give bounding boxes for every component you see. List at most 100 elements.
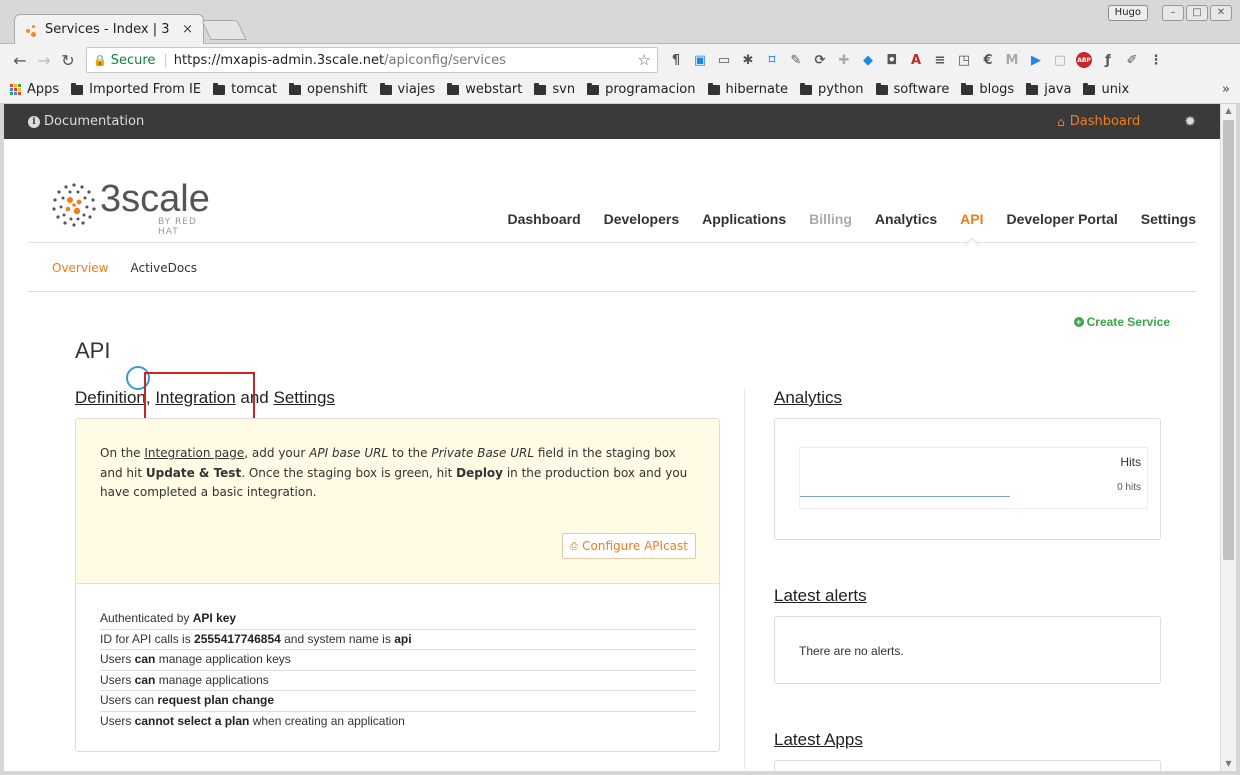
extension-icon[interactable]: ▣ xyxy=(692,52,708,68)
extension-icon[interactable]: ¶ xyxy=(668,52,684,68)
browser-tab[interactable]: Services - Index | 3 × xyxy=(14,14,204,44)
hits-sparkline: Hits 0 hits xyxy=(799,447,1148,509)
integration-page-link[interactable]: Integration page xyxy=(144,446,244,460)
nav-billing[interactable]: Billing xyxy=(809,211,852,227)
main-nav: Dashboard Developers Applications Billin… xyxy=(508,211,1197,227)
bookmark-folder[interactable]: java xyxy=(1026,82,1071,97)
no-alerts-text: There are no alerts. xyxy=(799,644,904,658)
integration-notice: On the Integration page, add your API ba… xyxy=(76,419,719,584)
nav-dashboard[interactable]: Dashboard xyxy=(508,211,581,227)
folder-icon xyxy=(587,82,600,95)
nav-settings[interactable]: Settings xyxy=(1141,211,1196,227)
function-extension-icon[interactable]: ƒ xyxy=(1100,52,1116,68)
latest-alerts-link[interactable]: Latest alerts xyxy=(774,586,867,605)
dashboard-link-label: Dashboard xyxy=(1069,114,1141,129)
scroll-up-icon[interactable]: ▲ xyxy=(1221,104,1236,118)
extension-icon[interactable]: M xyxy=(1004,52,1020,68)
url-path: /apiconfig/services xyxy=(384,52,506,68)
page-scrollbar[interactable]: ▲ ▼ xyxy=(1220,104,1236,771)
minimize-icon[interactable]: – xyxy=(1162,5,1184,21)
new-tab-button[interactable] xyxy=(201,20,247,40)
bookmark-folder[interactable]: hibernate xyxy=(707,82,788,97)
bookmark-folder[interactable]: webstart xyxy=(447,82,522,97)
bug-extension-icon[interactable]: ✱ xyxy=(740,52,756,68)
screenshot-extension-icon[interactable]: ⌑ xyxy=(764,52,780,68)
reload-icon[interactable]: ↻ xyxy=(56,48,80,72)
nav-api[interactable]: API xyxy=(960,211,983,227)
admin-top-bar: i Documentation ⌂ Dashboard ✹ xyxy=(4,104,1220,139)
bookmark-folder[interactable]: blogs xyxy=(961,82,1014,97)
latest-apps-heading: Latest Apps xyxy=(774,730,863,750)
extension-icon[interactable]: ▢ xyxy=(1052,52,1068,68)
folder-icon xyxy=(1026,82,1039,95)
bookmark-label: unix xyxy=(1101,82,1130,97)
nav-applications[interactable]: Applications xyxy=(702,211,786,227)
shield-extension-icon[interactable]: ◘ xyxy=(884,52,900,68)
extension-icon[interactable]: ▭ xyxy=(716,52,732,68)
puzzle-extension-icon[interactable]: ✚ xyxy=(836,52,852,68)
address-bar[interactable]: 🔒 Secure | https://mxapis-admin.3scale.n… xyxy=(86,47,658,73)
documentation-link[interactable]: Documentation xyxy=(44,114,144,129)
bookmark-folder[interactable]: programacion xyxy=(587,82,696,97)
subnav-activedocs[interactable]: ActiveDocs xyxy=(131,261,198,275)
3scale-logo[interactable]: 3scale BY RED HAT xyxy=(50,179,220,237)
fact-api-id: ID for API calls is 2555417746854 and sy… xyxy=(100,630,696,650)
nav-analytics[interactable]: Analytics xyxy=(875,211,937,227)
eyedropper-extension-icon[interactable]: ✐ xyxy=(1124,52,1140,68)
bookmark-label: viajes xyxy=(397,82,436,97)
scroll-down-icon[interactable]: ▼ xyxy=(1221,757,1236,771)
folder-icon xyxy=(213,82,226,95)
settings-link[interactable]: Settings xyxy=(273,388,334,407)
lock-icon: 🔒 xyxy=(93,53,107,67)
bookmark-label: blogs xyxy=(979,82,1015,97)
back-icon[interactable]: ← xyxy=(8,48,32,72)
url-host: https://mxapis-admin.3scale.net xyxy=(173,52,385,68)
bookmark-label: openshift xyxy=(307,82,368,97)
bookmark-folder[interactable]: viajes xyxy=(379,82,436,97)
close-window-icon[interactable]: ✕ xyxy=(1210,5,1232,21)
analytics-link[interactable]: Analytics xyxy=(774,388,842,407)
tab-close-icon[interactable]: × xyxy=(182,22,193,37)
bookmark-folder[interactable]: Imported From IE xyxy=(71,82,201,97)
extension-icon[interactable]: € xyxy=(980,52,996,68)
page-viewport: i Documentation ⌂ Dashboard ✹ 3scale BY … xyxy=(4,104,1220,771)
bookmark-folder[interactable]: software xyxy=(875,82,949,97)
nav-developers[interactable]: Developers xyxy=(604,211,679,227)
folder-icon xyxy=(379,82,392,95)
bookmark-apps[interactable]: Apps xyxy=(10,82,59,97)
analytics-heading: Analytics xyxy=(774,388,842,408)
subnav-overview[interactable]: Overview xyxy=(52,261,109,275)
adblock-icon[interactable]: ABP xyxy=(1076,52,1092,68)
bookmark-folder[interactable]: python xyxy=(800,82,864,97)
definition-link[interactable]: Definition xyxy=(75,388,146,407)
bookmarks-overflow-icon[interactable]: » xyxy=(1222,82,1230,97)
extension-icon[interactable]: ≡ xyxy=(932,52,948,68)
create-service-link[interactable]: + Create Service xyxy=(1073,315,1170,329)
bookmark-folder[interactable]: unix xyxy=(1083,82,1129,97)
menu-icon[interactable]: ⋮ xyxy=(1148,52,1164,68)
bookmark-star-icon[interactable]: ☆ xyxy=(638,51,651,69)
refresh-extension-icon[interactable]: ⟳ xyxy=(812,52,828,68)
definition-panel: On the Integration page, add your API ba… xyxy=(75,418,720,752)
dashboard-link[interactable]: ⌂ Dashboard xyxy=(1057,114,1140,129)
bookmark-folder[interactable]: openshift xyxy=(289,82,368,97)
profile-button[interactable]: Hugo xyxy=(1107,5,1148,21)
fact-select-plan: Users cannot select a plan when creating… xyxy=(100,713,405,728)
extension-icon[interactable]: ◆ xyxy=(860,52,876,68)
forward-icon[interactable]: → xyxy=(32,48,56,72)
latest-apps-link[interactable]: Latest Apps xyxy=(774,730,863,749)
scrollbar-thumb[interactable] xyxy=(1223,120,1234,560)
gear-icon[interactable]: ✹ xyxy=(1184,114,1196,130)
sparkline-line xyxy=(800,496,1010,497)
bookmark-folder[interactable]: svn xyxy=(534,82,575,97)
pdf-extension-icon[interactable]: A xyxy=(908,52,924,68)
bookmark-label: svn xyxy=(552,82,576,97)
bookmark-folder[interactable]: tomcat xyxy=(213,82,277,97)
maximize-icon[interactable]: □ xyxy=(1186,5,1208,21)
extension-icon[interactable]: ▶ xyxy=(1028,52,1044,68)
pen-extension-icon[interactable]: ✎ xyxy=(788,52,804,68)
alerts-heading: Latest alerts xyxy=(774,586,867,606)
configure-apicast-button[interactable]: ⎙ Configure APIcast xyxy=(562,533,696,559)
nav-developer-portal[interactable]: Developer Portal xyxy=(1007,211,1118,227)
cast-icon[interactable]: ◳ xyxy=(956,52,972,68)
